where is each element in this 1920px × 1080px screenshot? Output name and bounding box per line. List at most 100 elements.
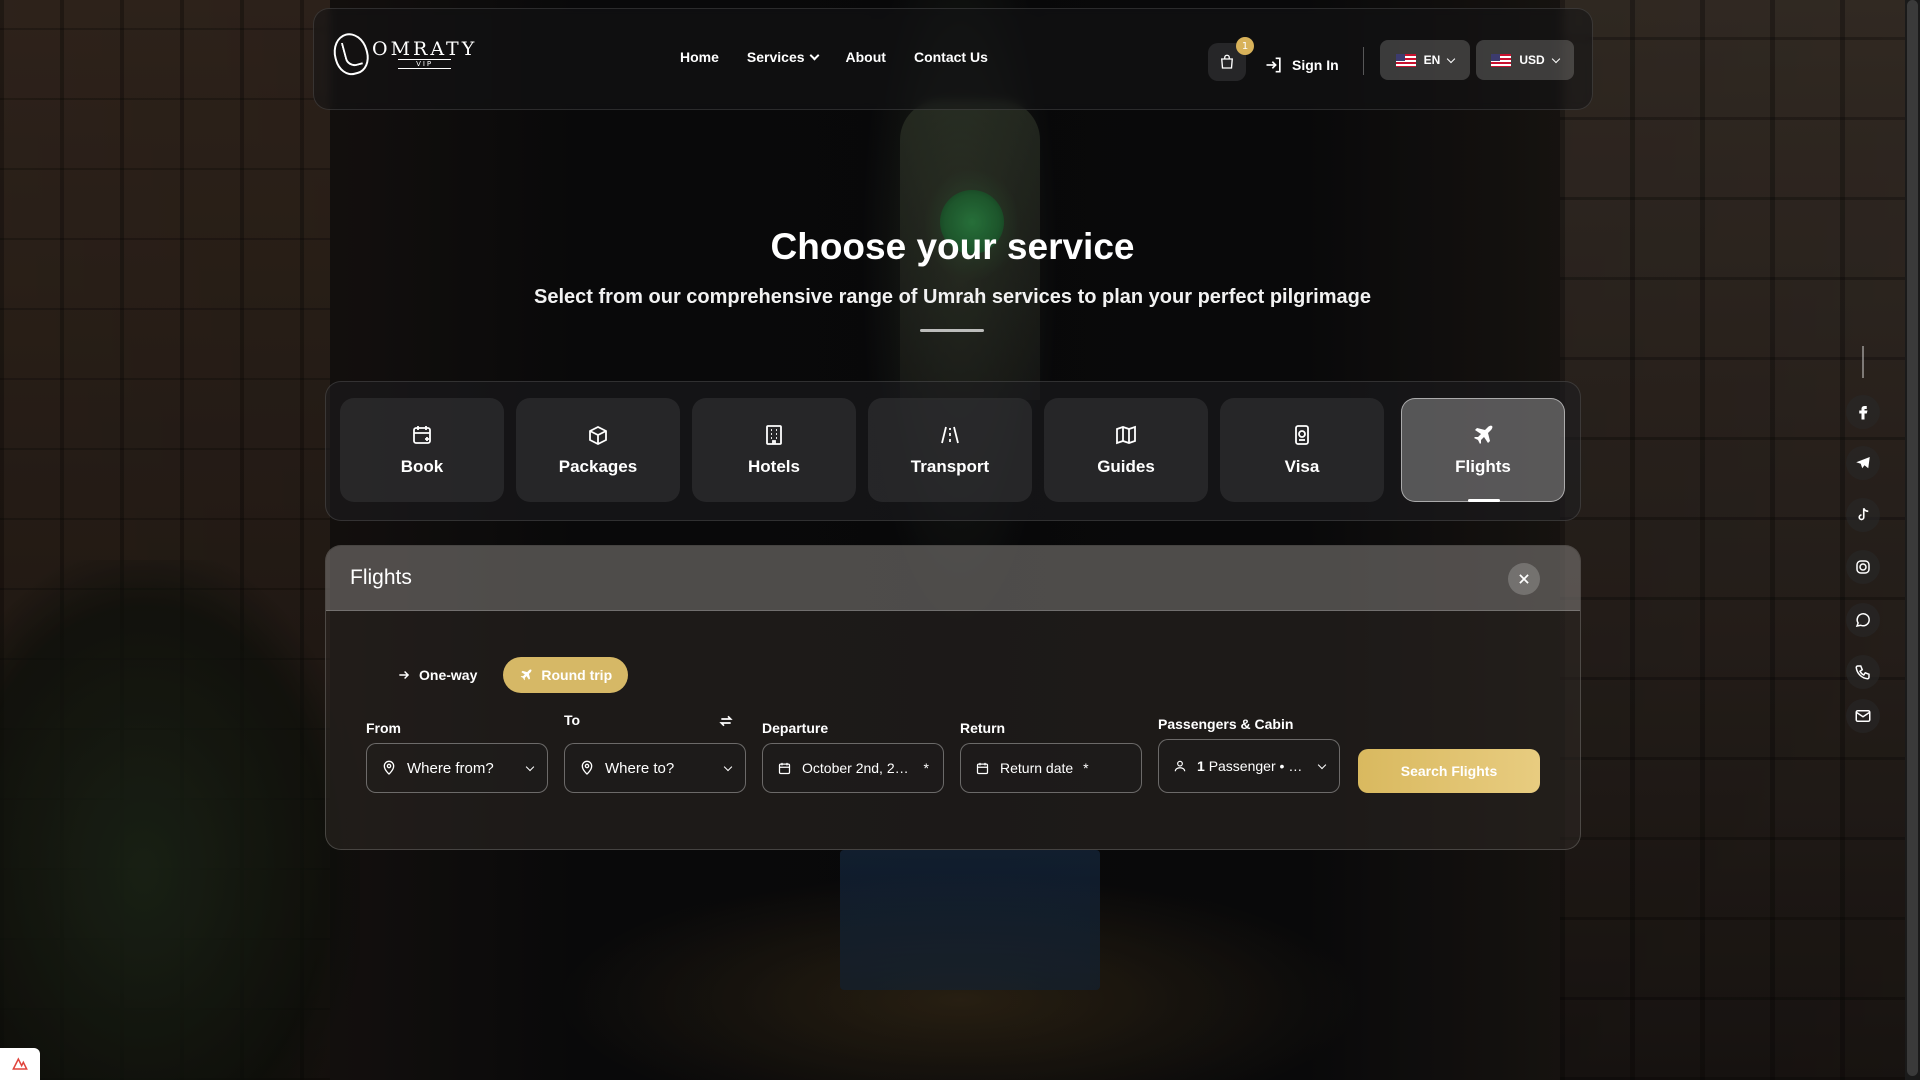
flights-panel-header: Flights [326, 546, 1580, 611]
tab-book-label: Book [400, 457, 444, 476]
telegram-link[interactable] [1846, 446, 1880, 480]
tab-hotels-label: Hotels [748, 457, 800, 476]
tab-guides-label: Guides [1097, 457, 1155, 476]
currency-selector[interactable]: USD [1476, 40, 1574, 80]
from-field[interactable]: Where from? [366, 743, 548, 793]
nav-contact[interactable]: Contact Us [914, 49, 988, 65]
close-button[interactable] [1508, 563, 1540, 595]
chevron-down-icon [809, 50, 819, 60]
us-flag-icon [1395, 53, 1416, 67]
passengers-value: 1 Passenger • E... [1197, 758, 1309, 774]
whatsapp-link[interactable] [1846, 603, 1880, 637]
mail-icon [1855, 710, 1871, 722]
one-way-label: One-way [419, 667, 478, 683]
round-trip-option[interactable]: Round trip [503, 657, 629, 693]
location-pin-icon [581, 760, 593, 775]
logo-mark-icon [329, 29, 373, 79]
to-value: Where to? [605, 759, 675, 777]
phone-link[interactable] [1846, 655, 1880, 689]
cart-button[interactable]: 1 [1208, 37, 1254, 81]
language-selector[interactable]: EN [1380, 40, 1470, 80]
tab-guides[interactable]: Guides [1044, 398, 1208, 502]
return-value: Return date [1000, 760, 1074, 776]
departure-field[interactable]: October 2nd, 2025 * [762, 743, 944, 793]
tab-visa[interactable]: Visa [1220, 398, 1384, 502]
nav-home[interactable]: Home [680, 49, 719, 65]
nav-about[interactable]: About [846, 49, 886, 65]
hero-title: Choose your service [770, 226, 1135, 267]
tab-transport[interactable]: Transport [868, 398, 1032, 502]
nav-services[interactable]: Services [746, 49, 819, 65]
trip-type-toggle: One-way Round trip [381, 657, 629, 693]
hotel-icon [766, 425, 782, 445]
nav-services-label: Services [746, 49, 805, 65]
to-field[interactable]: Where to? [564, 743, 746, 793]
instagram-link[interactable] [1846, 550, 1880, 584]
currency-value: USD [1519, 53, 1545, 67]
scrollbar-track[interactable] [1905, 0, 1920, 1080]
required-mark: * [923, 760, 929, 776]
tab-flights[interactable]: Flights [1401, 398, 1565, 502]
language-value: EN [1423, 53, 1441, 67]
tab-visa-label: Visa [1284, 457, 1320, 476]
tab-transport-label: Transport [910, 457, 990, 476]
whatsapp-icon [1855, 613, 1870, 628]
departure-value: October 2nd, 2025 [802, 760, 914, 776]
chevron-down-icon [723, 762, 733, 771]
logo-name: OMRATY [372, 38, 478, 60]
flights-panel: Flights One-way Round trip From Where fr… [325, 545, 1581, 850]
close-icon [1519, 574, 1529, 584]
widget-icon [12, 1057, 28, 1070]
swap-icon[interactable] [718, 713, 734, 729]
plane-icon [1474, 425, 1493, 444]
facebook-icon [1859, 406, 1868, 420]
telegram-icon [1856, 457, 1870, 469]
return-field[interactable]: Return date * [960, 743, 1142, 793]
login-icon [1266, 57, 1281, 73]
to-label: To [564, 712, 581, 728]
logo[interactable]: OMRATY VIP [329, 29, 477, 79]
tab-flights-label: Flights [1455, 457, 1511, 476]
passengers-text: Passenger • E... [1208, 758, 1309, 774]
tab-book[interactable]: Book [340, 398, 504, 502]
mail-link[interactable] [1846, 699, 1880, 733]
from-label: From [366, 720, 401, 736]
plane-icon [521, 669, 532, 681]
chevron-down-icon [1317, 760, 1327, 769]
facebook-link[interactable] [1846, 395, 1880, 429]
logo-sub: VIP [398, 59, 452, 69]
search-flights-button[interactable]: Search Flights [1358, 749, 1540, 793]
us-flag-icon [1491, 53, 1512, 67]
tab-packages-label: Packages [558, 457, 638, 476]
flights-panel-title: Flights [350, 566, 412, 589]
logo-text: OMRATY VIP [372, 39, 477, 69]
calendar-icon [976, 762, 989, 774]
sign-in-label: Sign In [1292, 57, 1339, 73]
scrollbar-thumb[interactable] [1907, 0, 1918, 1076]
chevron-down-icon [525, 762, 535, 771]
header-divider [1363, 47, 1364, 75]
background-overlay [0, 0, 1920, 1080]
instagram-icon [1856, 560, 1870, 574]
main-nav: Home Services About Contact Us [680, 49, 988, 65]
passport-icon [1295, 425, 1309, 445]
tab-hotels[interactable]: Hotels [692, 398, 856, 502]
one-way-option[interactable]: One-way [381, 657, 493, 693]
hero-underline [920, 329, 984, 332]
corner-widget[interactable] [0, 1048, 40, 1080]
calendar-plus-icon [413, 426, 431, 444]
map-icon [1116, 425, 1136, 445]
passengers-field[interactable]: 1 Passenger • E... [1158, 739, 1340, 793]
tiktok-link[interactable] [1846, 498, 1880, 532]
phone-icon [1855, 665, 1870, 680]
round-trip-label: Round trip [541, 667, 613, 683]
cart-count-badge: 1 [1236, 37, 1254, 55]
return-label: Return [960, 720, 1006, 736]
sign-in-button[interactable]: Sign In [1264, 55, 1339, 75]
user-icon [1174, 760, 1186, 772]
road-icon [941, 426, 959, 444]
tab-packages[interactable]: Packages [516, 398, 680, 502]
chevron-down-icon [1551, 54, 1560, 63]
passengers-count: 1 [1197, 758, 1205, 774]
package-icon [589, 425, 607, 446]
